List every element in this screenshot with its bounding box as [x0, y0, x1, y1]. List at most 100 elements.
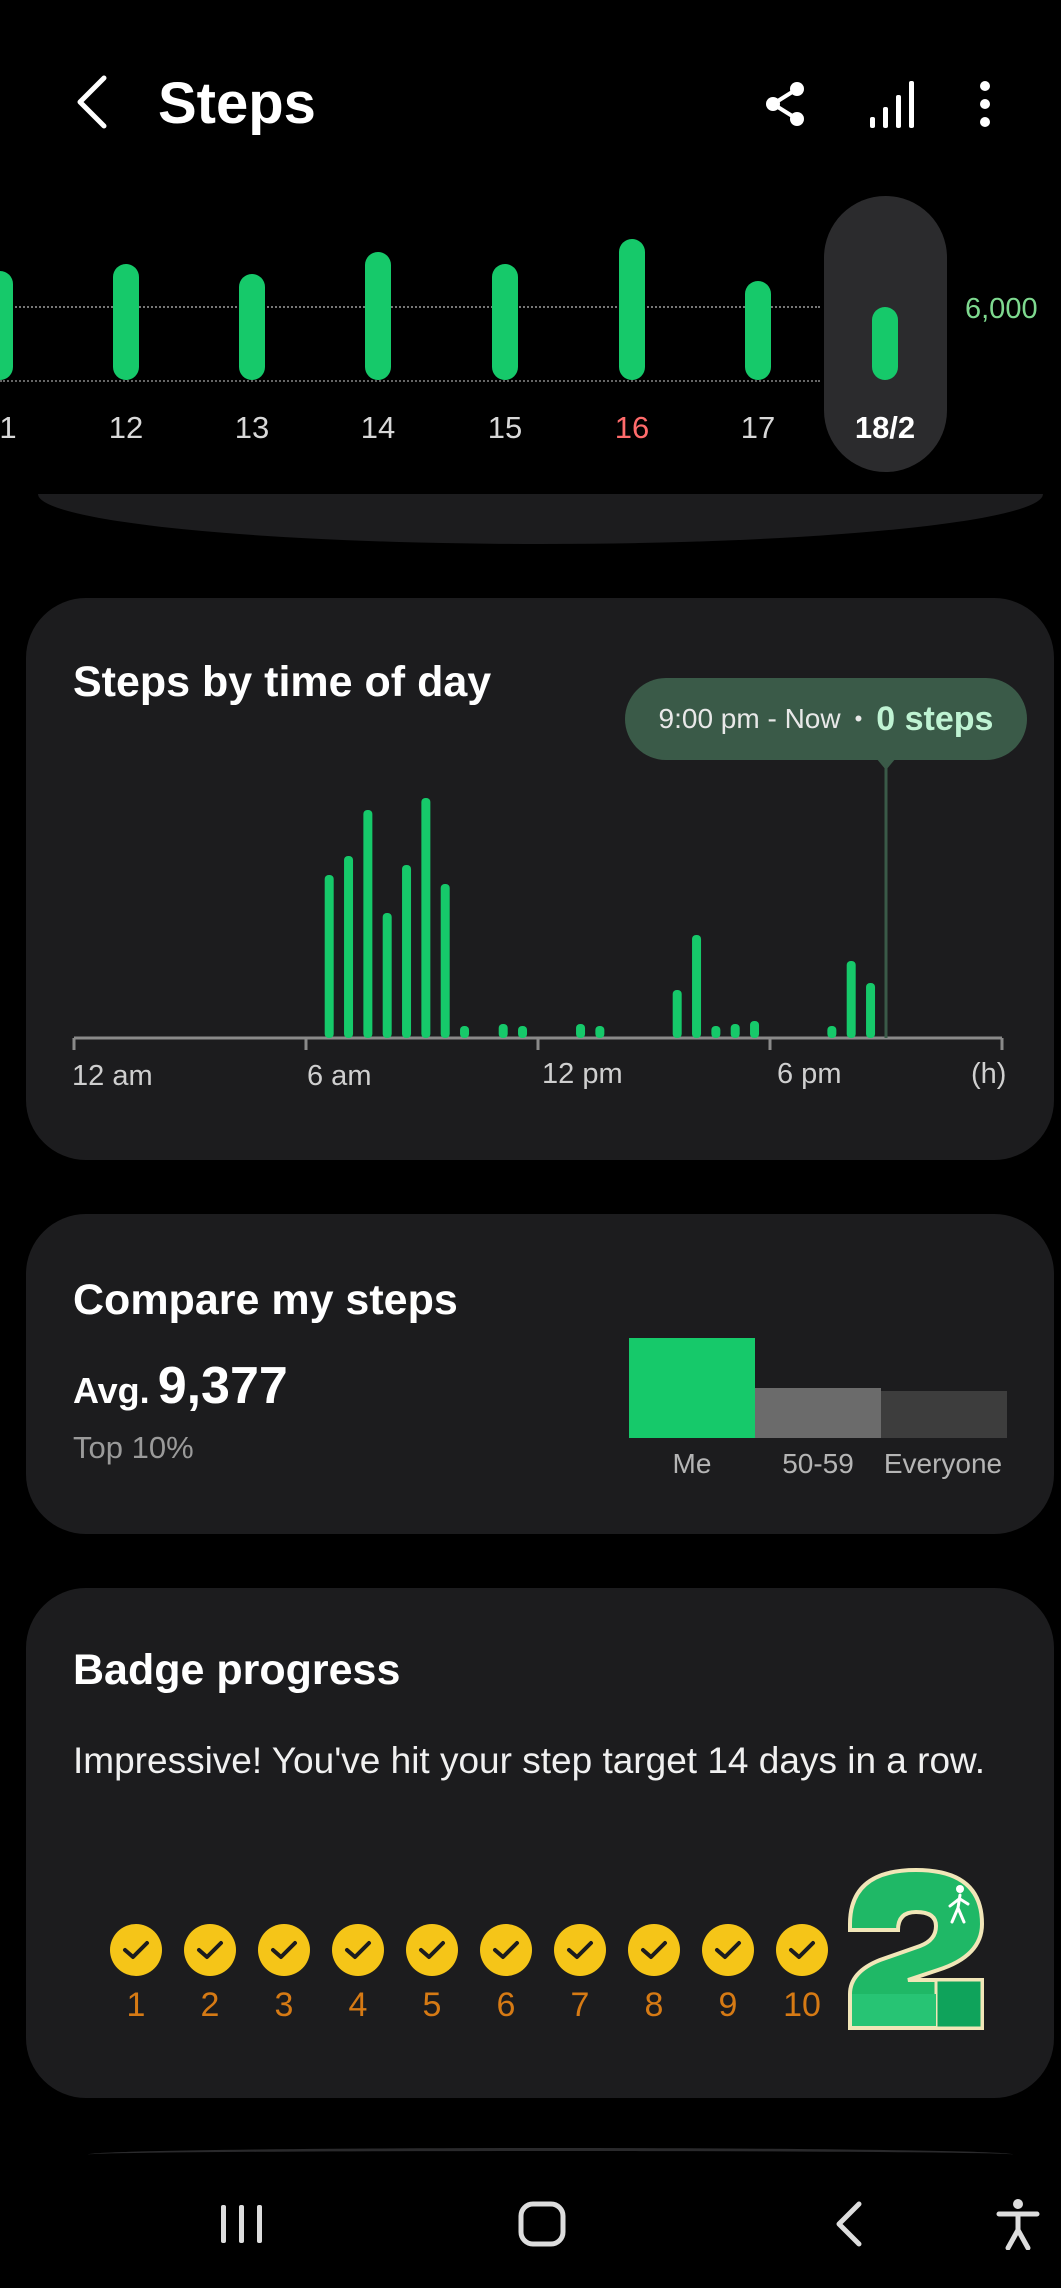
compare-bar-everyone [881, 1391, 1007, 1438]
home-icon [518, 2201, 566, 2247]
compare-card[interactable]: Compare my steps Avg. 9,377 Top 10% Me 5… [26, 1214, 1054, 1534]
streak-check-icon [702, 1924, 754, 1976]
time-bar [576, 1024, 586, 1038]
streak-check-icon [628, 1924, 680, 1976]
compare-bar-age-group [755, 1388, 881, 1438]
streak-check-icon [776, 1924, 828, 1976]
day-bar-12[interactable] [113, 264, 139, 380]
chart-pager [38, 494, 1043, 544]
avg-value: 9,377 [157, 1357, 288, 1415]
streak-day-number: 4 [348, 1986, 368, 2024]
streak-day-number: 8 [644, 1986, 664, 2024]
time-bar [595, 1026, 605, 1038]
compare-label-me: Me [672, 1448, 712, 1479]
streak-badge-icon[interactable] [840, 1864, 992, 2030]
time-of-day-chart [72, 758, 1004, 1050]
compare-bar-me [629, 1338, 755, 1438]
day-bar-1[interactable] [0, 271, 13, 380]
streak-day-number: 6 [496, 1986, 516, 2024]
streak-day-number: 10 [783, 1986, 821, 2024]
day-bar-14[interactable] [365, 252, 391, 380]
streak-day-number: 1 [126, 1986, 146, 2024]
recents-icon [221, 2205, 262, 2243]
time-bar [402, 865, 412, 1038]
time-bar [866, 983, 876, 1038]
streak-day-number: 5 [422, 1986, 442, 2024]
back-button[interactable] [62, 72, 122, 132]
time-bar [672, 990, 682, 1038]
badge-message: Impressive! You've hit your step target … [73, 1740, 986, 1781]
next-card-edge [88, 2148, 1013, 2161]
average-steps: Avg. 9,377 [73, 1356, 288, 1416]
more-vertical-icon [980, 81, 990, 127]
nav-back-button[interactable] [816, 2192, 880, 2256]
steps-by-time-card[interactable]: Steps by time of day 9:00 pm - Now • 0 s… [26, 598, 1054, 1160]
accessibility-button[interactable] [986, 2192, 1050, 2256]
day-label-17: 17 [740, 410, 776, 445]
time-bar [518, 1026, 528, 1038]
day-label-14: 14 [360, 410, 396, 445]
streak-check-icon [554, 1924, 606, 1976]
time-bar [827, 1026, 837, 1038]
share-button[interactable] [755, 74, 815, 134]
day-label-13: 13 [234, 410, 270, 445]
more-options-button[interactable] [955, 74, 1015, 134]
day-bar-15[interactable] [492, 264, 518, 380]
streak-day-number: 2 [200, 1986, 220, 2024]
day-bar-17[interactable] [745, 281, 771, 380]
accessibility-icon [996, 2199, 1040, 2250]
day-bar-13[interactable] [239, 274, 265, 380]
page-title: Steps [158, 71, 316, 136]
time-bar [324, 875, 334, 1038]
tooltip-pointer [876, 758, 896, 770]
axis-label-hours: (h) [971, 1058, 1007, 1090]
day-bar-18-2[interactable] [872, 307, 898, 380]
streak-check-icon [406, 1924, 458, 1976]
time-bar [711, 1026, 721, 1038]
time-bar [421, 798, 431, 1038]
time-bar [692, 935, 702, 1038]
time-bar [363, 810, 373, 1038]
axis-label-6am: 6 am [307, 1060, 372, 1092]
streak-check-icon [332, 1924, 384, 1976]
streak-day-number: 3 [274, 1986, 294, 2024]
chart-button[interactable] [862, 74, 922, 134]
target-label: 6,000 [965, 293, 1038, 325]
streak-day-number: 7 [570, 1986, 590, 2024]
day-label-12: 12 [108, 410, 144, 445]
axis-label-12pm: 12 pm [542, 1058, 623, 1090]
axis-label-12am: 12 am [72, 1060, 153, 1092]
time-bar [460, 1026, 470, 1038]
back-icon [836, 2201, 862, 2247]
day-bar-16[interactable] [619, 239, 645, 380]
time-bar [344, 856, 354, 1038]
badge-title: Badge progress [73, 1646, 401, 1694]
time-bar [846, 961, 856, 1038]
compare-label-age: 50-59 [782, 1448, 854, 1479]
badge-card[interactable]: Badge progress Impressive! You've hit yo… [26, 1588, 1054, 2098]
compare-title: Compare my steps [73, 1276, 458, 1324]
time-bar [730, 1024, 740, 1038]
baseline [0, 380, 820, 382]
streak-check-icon [258, 1924, 310, 1976]
signal-bars-icon [870, 81, 914, 128]
compare-label-everyone: Everyone [883, 1448, 1003, 1479]
streak-day-number: 9 [718, 1986, 738, 2024]
day-label-15: 15 [487, 410, 523, 445]
rank-text: Top 10% [73, 1430, 194, 1465]
recents-button[interactable] [210, 2192, 274, 2256]
streak-check-icon [184, 1924, 236, 1976]
share-icon [766, 82, 804, 126]
streak-check-icon [480, 1924, 532, 1976]
chevron-left-icon [77, 75, 107, 129]
time-bar [498, 1024, 508, 1038]
time-bar [750, 1021, 760, 1038]
axis-label-6pm: 6 pm [777, 1058, 842, 1090]
home-button[interactable] [510, 2192, 574, 2256]
day-label-1: 1 [0, 410, 17, 445]
day-label-18-2: 18/2 [854, 410, 916, 445]
time-bar [440, 884, 450, 1038]
avg-prefix: Avg. [73, 1370, 150, 1411]
time-bar [382, 913, 392, 1038]
day-label-16: 16 [614, 410, 650, 445]
